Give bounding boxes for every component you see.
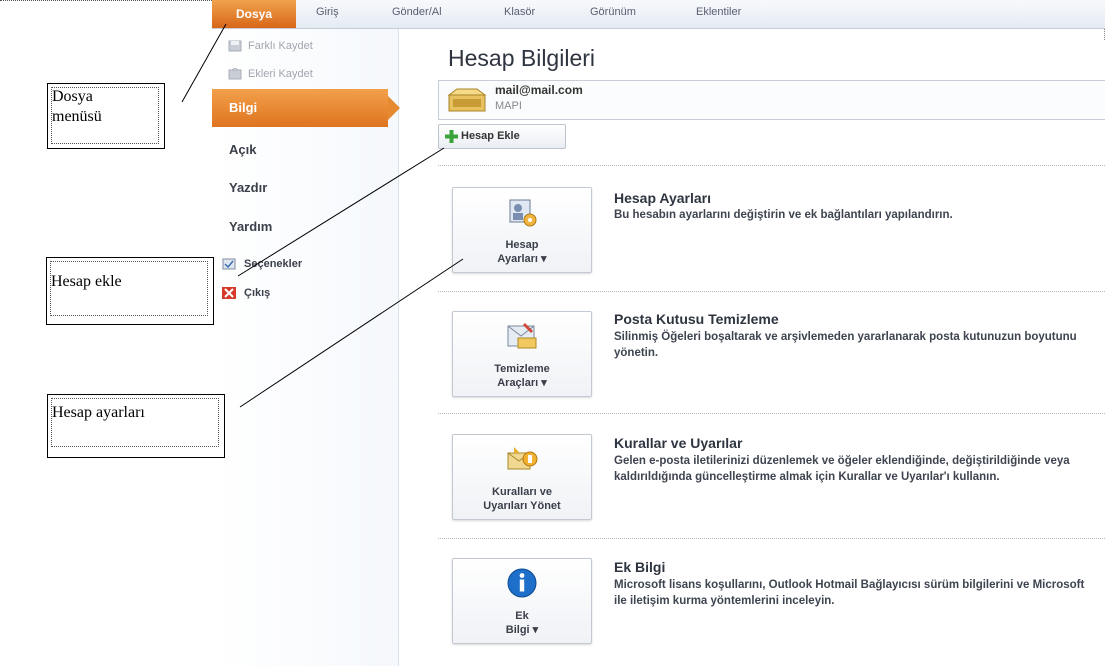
callout-account-settings-text: Hesap ayarları <box>52 404 145 421</box>
callout-add-account-text: Hesap ekle <box>51 273 122 290</box>
callout-file-menu: Dosya menüsü <box>47 83 165 149</box>
callout-file-menu-text: Dosya menüsü <box>52 88 102 125</box>
callout-add-account: Hesap ekle <box>46 257 214 325</box>
callout-account-settings: Hesap ayarları <box>47 394 225 458</box>
callout-leader-lines <box>181 23 464 408</box>
